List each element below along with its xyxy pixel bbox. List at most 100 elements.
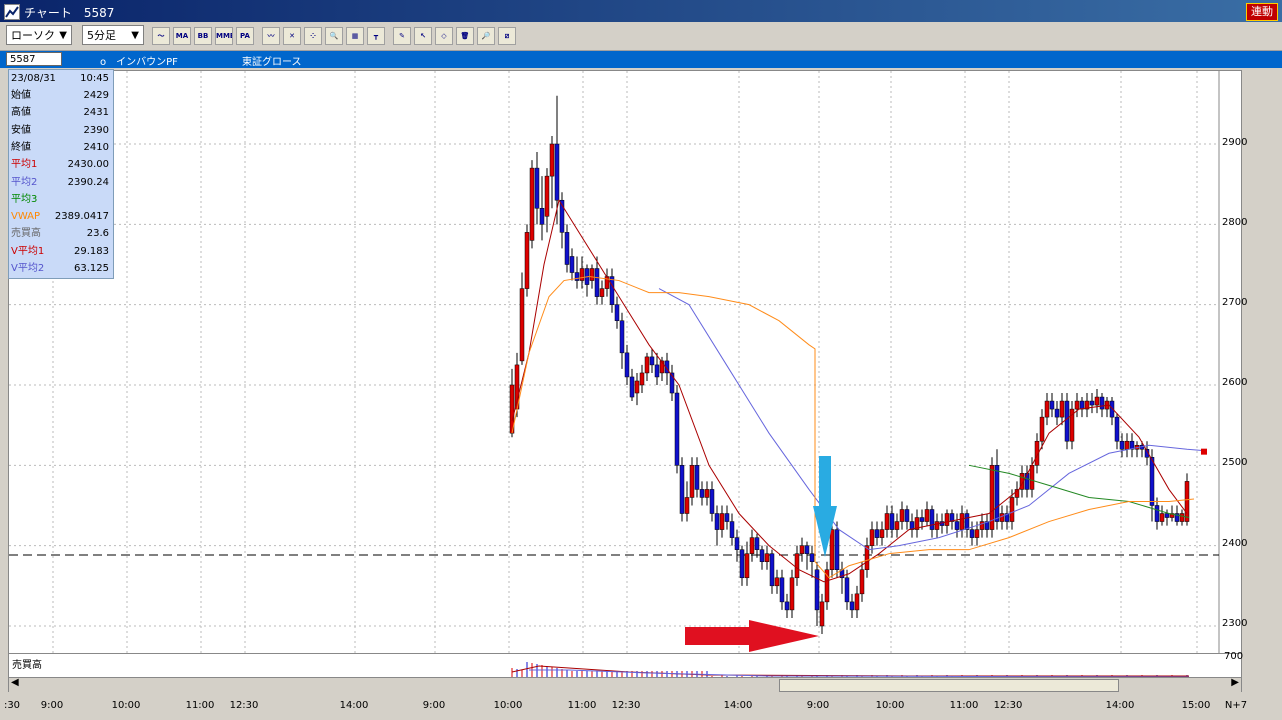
candle	[804, 545, 810, 554]
info-datetime: 23/08/31 10:45	[11, 70, 111, 87]
info-date: 23/08/31	[11, 73, 56, 84]
pen-icon[interactable]: ✎	[393, 27, 411, 45]
line-chart-icon[interactable]: 〜	[152, 27, 170, 45]
eraser-icon[interactable]: ◇	[435, 27, 453, 45]
candle	[1024, 473, 1030, 490]
chart-type-select[interactable]: ローソク ▼	[6, 25, 72, 45]
x-tick-label: 15:00	[1181, 700, 1211, 711]
x-tick-label: 12:30	[993, 700, 1023, 711]
x-tick-label: 14:00	[723, 700, 753, 711]
x-tick-label: 11:00	[567, 700, 597, 711]
period-select[interactable]: 5分足 ▼	[82, 25, 144, 45]
pa-icon[interactable]: PA	[236, 27, 254, 45]
candle	[629, 376, 635, 398]
info-value: 63.125	[74, 263, 109, 274]
candle	[1039, 416, 1045, 442]
candle	[1009, 497, 1015, 522]
candle	[869, 529, 875, 546]
candle	[834, 529, 840, 570]
candle	[709, 489, 715, 514]
candle	[649, 356, 655, 366]
x-tick-label: 12:30	[229, 700, 259, 711]
candle	[589, 268, 595, 281]
candle	[754, 537, 760, 550]
horizontal-scrollbar[interactable]: ◀ ▶	[8, 677, 1242, 693]
info-row: V平均1 29.183	[11, 243, 111, 260]
candle	[819, 601, 825, 627]
candle	[689, 465, 695, 498]
candle	[624, 352, 630, 378]
candle	[744, 553, 750, 579]
candle	[609, 276, 615, 305]
candle	[1154, 505, 1160, 522]
candle	[579, 268, 585, 281]
info-row: 始値 2429	[11, 87, 111, 104]
info-label: 終値	[11, 141, 31, 153]
info-value: 2431	[83, 107, 109, 119]
ma-icon[interactable]: MA	[173, 27, 191, 45]
candle	[1124, 440, 1130, 450]
info-value: 2429	[83, 90, 109, 101]
search-icon[interactable]: 🔎	[477, 27, 495, 45]
info-label: 平均3	[11, 193, 38, 205]
candle	[794, 553, 800, 579]
candle	[749, 537, 755, 554]
chevron-down-icon: ▼	[59, 30, 67, 41]
candle	[854, 593, 860, 611]
candle	[564, 232, 570, 265]
symbol-name: o インバウンPF	[100, 57, 178, 68]
candle	[574, 272, 580, 281]
pattern-icon[interactable]: ✕	[283, 27, 301, 45]
symbol-code-input[interactable]: 5587	[6, 52, 62, 66]
info-label: 平均1	[11, 159, 38, 171]
candle	[774, 577, 780, 587]
candle	[1054, 408, 1060, 418]
candle	[844, 577, 850, 603]
candle	[1159, 513, 1165, 522]
info-label: VWAP	[11, 211, 41, 223]
period-value: 5分足	[87, 29, 116, 42]
candle	[1114, 416, 1120, 442]
info-row: 高値 2431	[11, 104, 111, 121]
x-tick-label: 14:00	[339, 700, 369, 711]
candlestick-chart[interactable]	[9, 71, 1241, 653]
scroll-left-icon[interactable]: ◀	[11, 677, 19, 688]
zoom-icon[interactable]: 🔍	[325, 27, 343, 45]
candle	[724, 513, 730, 522]
candle	[894, 521, 900, 530]
candle	[999, 513, 1005, 522]
info-value: 2390.24	[67, 176, 109, 188]
info-label: 高値	[11, 107, 31, 119]
calc-icon[interactable]: ▦	[346, 27, 364, 45]
info-value: 23.6	[86, 228, 109, 240]
y-tick-label: 2400	[1222, 538, 1248, 549]
ohlc-info-panel: 23/08/31 10:45 始値 2429 高値 2431 安値 2390 終値 2410 平…	[8, 69, 114, 279]
candle	[829, 529, 835, 570]
info-label: V平均1	[11, 245, 45, 257]
mme-icon[interactable]: MME	[215, 27, 233, 45]
red-arrow-icon	[685, 620, 819, 652]
cursor-icon[interactable]: ↖	[414, 27, 432, 45]
candle	[534, 167, 540, 209]
info-value: 2389.0417	[54, 211, 109, 223]
info-row: 平均1 2430.00	[11, 156, 111, 173]
y-tick-label: 2600	[1222, 377, 1248, 388]
x-tick-label: 9:00	[806, 700, 830, 711]
trash-icon[interactable]: 🗑	[456, 27, 474, 45]
bb-icon[interactable]: BB	[194, 27, 212, 45]
marker-icon[interactable]: ┳	[367, 27, 385, 45]
link-button[interactable]: 連動	[1246, 3, 1278, 21]
info-time: 10:45	[80, 73, 109, 84]
wave-icon[interactable]: 〰	[262, 27, 280, 45]
candle	[784, 601, 790, 611]
x-tick-label: N+7	[1224, 700, 1248, 711]
scroll-right-icon[interactable]: ▶	[1231, 677, 1239, 688]
scatter-icon[interactable]: ⁘	[304, 27, 322, 45]
price-chart[interactable]	[8, 70, 1242, 654]
info-label: 売買高	[11, 228, 41, 240]
candle	[1094, 396, 1100, 406]
info-row: V平均2 63.125	[11, 260, 111, 277]
scrollbar-thumb[interactable]	[779, 679, 1119, 692]
candle	[1099, 396, 1105, 410]
compare-icon[interactable]: ⧄	[498, 27, 516, 45]
